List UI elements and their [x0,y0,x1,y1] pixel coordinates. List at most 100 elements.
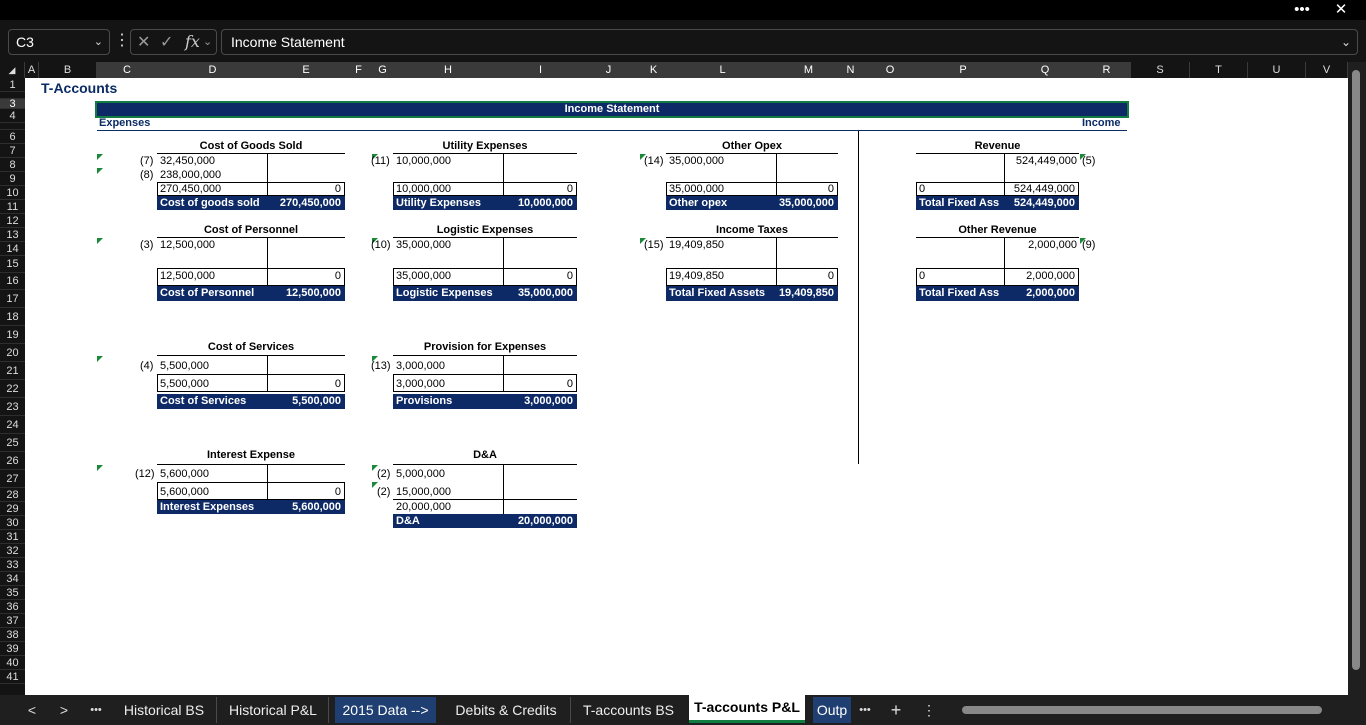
row-header-25[interactable]: 25 [0,434,25,452]
row-header-29[interactable]: 29 [0,502,25,516]
tab-historical-bs[interactable]: Historical BS [112,697,217,723]
taxes-credit-total: 0 [827,270,834,282]
row-header-18[interactable]: 18 [0,308,25,326]
row-header-9[interactable]: 9 [0,172,25,186]
row-header-1[interactable]: 1 [0,78,25,92]
sheet-options-icon[interactable]: ⋮ [916,695,942,725]
column-header-s[interactable]: S [1131,62,1190,78]
row-header-35[interactable]: 35 [0,586,25,600]
vertical-dots-icon[interactable]: ⋮ [114,33,130,49]
horizontal-scrollbar[interactable] [948,703,1348,717]
column-header-u[interactable]: U [1248,62,1306,78]
column-header-k[interactable]: K [640,62,668,78]
row-header-5[interactable]: 5 [0,123,25,130]
cogs-total-amount: 270,450,000 [279,197,341,209]
horizontal-scroll-thumb[interactable] [962,706,1322,714]
column-header-h[interactable]: H [393,62,504,78]
row-header-38[interactable]: 38 [0,628,25,642]
column-header-n[interactable]: N [840,62,862,78]
row-header-14[interactable]: 14 [0,242,25,256]
cogs-credit-total: 0 [334,183,341,195]
row-header-4[interactable]: 4 [0,109,25,123]
tab-output[interactable]: Outp [813,697,851,723]
column-header-c[interactable]: C [97,62,158,78]
row-header-27[interactable]: 27 [0,470,25,488]
close-window-button[interactable]: ✕ [1328,1,1354,19]
row-header-11[interactable]: 11 [0,200,25,214]
row-header-10[interactable]: 10 [0,186,25,200]
row-header-19[interactable]: 19 [0,326,25,344]
row-header-30[interactable]: 30 [0,516,25,530]
row-header-3[interactable]: 3 [0,99,25,110]
row-header-12[interactable]: 12 [0,214,25,228]
column-header-e[interactable]: E [268,62,345,78]
column-header-q[interactable]: Q [1008,62,1083,78]
column-header-v[interactable]: V [1306,62,1348,78]
tab-historical-pl[interactable]: Historical P&L [218,697,329,723]
next-sheet-icon[interactable]: > [51,695,77,725]
income-statement-header[interactable]: Income Statement [95,101,1129,118]
row-header-41[interactable]: 41 [0,670,25,684]
formula-input[interactable]: Income Statement ⌄ [221,29,1358,55]
row-header-39[interactable]: 39 [0,642,25,656]
row-header-21[interactable]: 21 [0,362,25,380]
row-header-34[interactable]: 34 [0,572,25,586]
more-options-button[interactable]: ••• [1289,1,1315,19]
column-header-g[interactable]: G [373,62,393,78]
column-header-i[interactable]: I [504,62,578,78]
row-header-32[interactable]: 32 [0,544,25,558]
cancel-icon[interactable]: ✕ [137,32,150,52]
row-header-17[interactable]: 17 [0,290,25,308]
column-header-m[interactable]: M [778,62,840,78]
column-header-f[interactable]: F [345,62,373,78]
worksheet-grid[interactable]: T-Accounts Income Statement Expenses Inc… [25,78,1348,695]
row-header-28[interactable]: 28 [0,488,25,502]
enter-icon[interactable]: ✓ [160,32,173,52]
row-header-33[interactable]: 33 [0,558,25,572]
column-header-p[interactable]: P [919,62,1008,78]
column-header-d[interactable]: D [158,62,268,78]
row-header-23[interactable]: 23 [0,398,25,416]
row-header-15[interactable]: 15 [0,256,25,273]
column-header-a[interactable]: A [25,62,39,78]
row-header-36[interactable]: 36 [0,600,25,614]
tab-t-accounts-pl[interactable]: T-accounts P&L [689,695,805,723]
column-header-o[interactable]: O [862,62,919,78]
row-header-8[interactable]: 8 [0,158,25,172]
select-all-corner[interactable]: ◢ [0,62,25,78]
tab-2015-data[interactable]: 2015 Data --> [335,697,436,723]
previous-sheet-icon[interactable]: < [19,695,45,725]
cogs-ref2: (8) [140,169,154,181]
column-header-j[interactable]: J [578,62,640,78]
row-header-37[interactable]: 37 [0,614,25,628]
row-header-16[interactable]: 16 [0,273,25,290]
tab-t-accounts-bs[interactable]: T-accounts BS [572,697,685,723]
row-header-24[interactable]: 24 [0,416,25,434]
row-header-40[interactable]: 40 [0,656,25,670]
column-header-l[interactable]: L [668,62,778,78]
tab-debits-credits[interactable]: Debits & Credits [442,697,571,723]
vertical-scroll-thumb[interactable] [1352,70,1360,670]
more-sheets-right-icon[interactable]: ••• [852,695,878,725]
more-sheets-left-icon[interactable]: ••• [83,695,109,725]
sheet-title: T-Accounts [41,80,118,96]
row-header-7[interactable]: 7 [0,144,25,158]
expand-formula-icon[interactable]: ⌄ [1341,30,1351,54]
name-box[interactable]: C3 ⌄ [8,29,110,55]
add-sheet-icon[interactable]: + [883,695,909,725]
chevron-down-icon[interactable]: ⌄ [94,30,103,54]
row-header-13[interactable]: 13 [0,228,25,242]
row-header-22[interactable]: 22 [0,380,25,398]
interest-total-bar: Interest Expenses 5,600,000 [157,500,345,514]
column-header-r[interactable]: R [1083,62,1131,78]
column-header-t[interactable]: T [1190,62,1248,78]
column-header-b[interactable]: B [39,62,97,78]
row-header-20[interactable]: 20 [0,344,25,362]
row-header-6[interactable]: 6 [0,130,25,144]
row-header-26[interactable]: 26 [0,452,25,470]
chevron-down-icon[interactable]: ⌄ [203,35,212,48]
insert-function-icon[interactable]: fx [185,32,200,51]
vertical-scrollbar[interactable] [1348,62,1366,695]
taxes-ref1: (15) [644,239,664,251]
row-header-31[interactable]: 31 [0,530,25,544]
